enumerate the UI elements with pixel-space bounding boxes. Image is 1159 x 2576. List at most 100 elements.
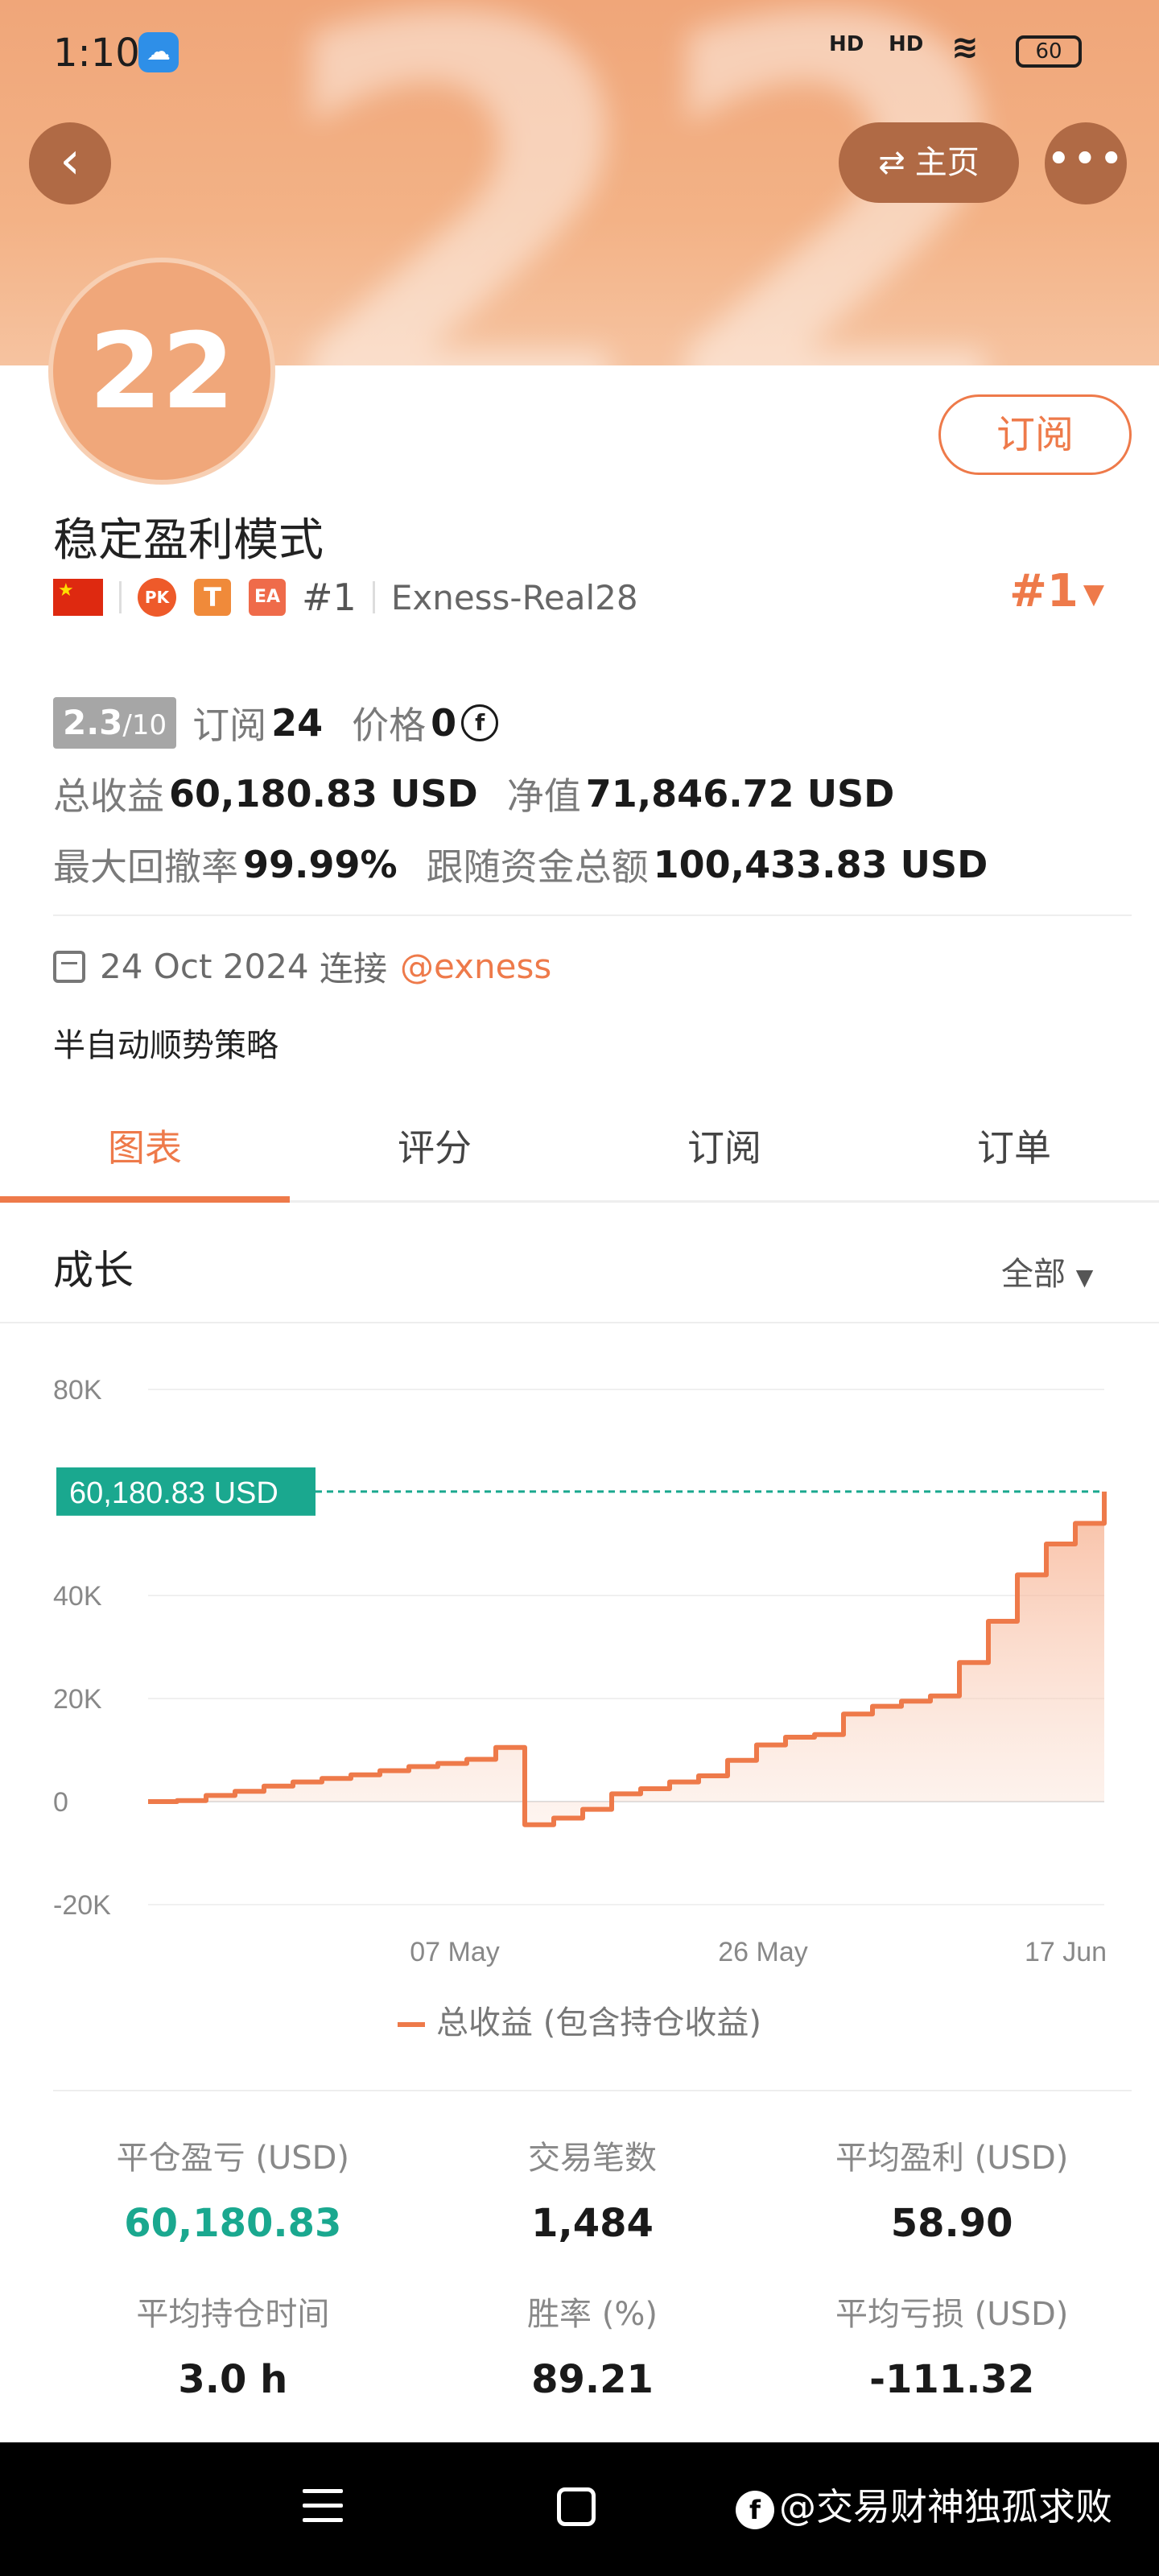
metric-label: 平仓盈亏 (USD) — [116, 2140, 350, 2177]
china-flag-icon: ★ — [53, 579, 103, 616]
status-time: 1:10 — [53, 31, 140, 76]
tab-rating[interactable]: 评分 — [290, 1108, 580, 1200]
home-button-label: 主页 — [914, 144, 980, 181]
growth-area — [148, 1491, 1104, 1825]
metrics-grid: 平仓盈亏 (USD) 60,180.83 交易笔数 1,484 平均盈利 (USD) 58… — [53, 2090, 1132, 2444]
broker-account: Exness-Real28 — [390, 577, 638, 617]
follow-funds-value: 100,433.83 USD — [653, 843, 988, 886]
connect-info: 24 Oct 2024 连接 @exness — [53, 942, 551, 991]
avatar: 22 — [53, 262, 270, 480]
metric-cell: 平仓盈亏 (USD) 60,180.83 — [53, 2132, 413, 2288]
divider — [119, 581, 122, 613]
system-nav-bar: f @交易财神独孤求败 — [0, 2442, 1159, 2576]
rank-dropdown-label: #1 — [1009, 565, 1079, 617]
legend-label: 总收益 (包含持仓收益) — [436, 2004, 761, 2041]
social-logo-icon: f — [736, 2490, 774, 2529]
divider — [53, 914, 1132, 916]
metric-label: 交易笔数 — [527, 2140, 657, 2177]
pk-badge[interactable]: PK — [138, 578, 176, 617]
t-badge[interactable]: T — [194, 579, 231, 616]
period-filter-label: 全部 — [1001, 1256, 1066, 1293]
growth-chart[interactable]: 80K 40K 20K 0 -20K 07 May 26 May 17 Jun 60,180… — [0, 1325, 1159, 2033]
swap-icon: ⇄ — [878, 144, 905, 181]
rank-label: #1 — [302, 576, 357, 619]
subscribe-count-label: 订阅 — [192, 704, 267, 747]
signal-hd-icon-2: HD — [889, 32, 924, 56]
y-tick-label: -20K — [53, 1890, 111, 1921]
watermark-text: @交易财神独孤求败 — [779, 2485, 1112, 2529]
home-square-icon[interactable] — [557, 2487, 596, 2526]
metric-label: 平均持仓时间 — [136, 2296, 330, 2333]
broker-handle-link[interactable]: @exness — [400, 947, 551, 986]
total-profit-label: 总收益 — [53, 774, 164, 818]
legend-swatch — [398, 2022, 426, 2027]
ea-badge[interactable]: EA — [249, 579, 286, 616]
section-title: 成长 — [53, 1247, 134, 1294]
badge-row: ★ PK T EA #1 Exness-Real28 — [53, 573, 638, 621]
battery-icon: 60 — [1016, 35, 1082, 68]
subscribe-count-value: 24 — [271, 701, 324, 745]
cloud-icon: ☁ — [138, 32, 179, 72]
total-profit-value: 60,180.83 USD — [169, 772, 478, 815]
caret-down-icon: ▼ — [1075, 1264, 1094, 1290]
metric-cell: 交易笔数 1,484 — [413, 2132, 773, 2288]
tab-chart[interactable]: 图表 — [0, 1108, 290, 1203]
home-button[interactable]: ⇄ 主页 — [839, 122, 1019, 203]
follow-funds-label: 跟随资金总额 — [426, 845, 649, 889]
equity-value: 71,846.72 USD — [585, 772, 895, 815]
metric-value: -111.32 — [869, 2357, 1035, 2402]
metric-label: 平均亏损 (USD) — [835, 2296, 1069, 2333]
max-drawdown-value: 99.99% — [243, 843, 398, 886]
more-dots-icon: ••• — [1046, 135, 1125, 184]
menu-icon[interactable] — [303, 2489, 343, 2533]
max-drawdown-label: 最大回撤率 — [53, 845, 238, 889]
y-tick-label: 80K — [53, 1375, 102, 1406]
rating-badge: 2.3/10 — [53, 697, 177, 749]
x-tick-label: 07 May — [410, 1937, 500, 1967]
metric-cell: 平均持仓时间 3.0 h — [53, 2288, 413, 2444]
status-bar: 1:10 ☁ HD HD ≋ 60 — [0, 0, 1159, 105]
metric-cell: 平均亏损 (USD) -111.32 — [772, 2288, 1132, 2444]
chevron-left-icon: ‹ — [60, 131, 80, 191]
caret-down-icon: ▼ — [1083, 577, 1105, 610]
price-label: 价格 — [352, 704, 427, 747]
chart-legend: 总收益 (包含持仓收益) — [0, 1996, 1159, 2043]
divider — [372, 581, 375, 613]
metric-label: 胜率 (%) — [527, 2296, 658, 2333]
metric-value: 3.0 h — [178, 2357, 288, 2402]
y-tick-label: 0 — [53, 1787, 68, 1818]
coin-icon: f — [461, 704, 499, 741]
metric-value: 58.90 — [890, 2201, 1013, 2246]
rating-of: /10 — [122, 709, 167, 741]
metric-value: 89.21 — [531, 2357, 654, 2402]
x-tick-label: 17 Jun — [1025, 1937, 1107, 1967]
equity-label: 净值 — [506, 774, 581, 818]
metric-value: 1,484 — [531, 2201, 654, 2246]
metric-value: 60,180.83 — [124, 2201, 342, 2246]
watermark: f @交易财神独孤求败 — [736, 2478, 1112, 2531]
subscribe-button[interactable]: 订阅 — [938, 394, 1132, 475]
metric-cell: 平均盈利 (USD) 58.90 — [772, 2132, 1132, 2288]
price-value: 0 — [431, 701, 457, 745]
stats-block: 2.3/10 订阅 24 价格 0 f 总收益 60,180.83 USD 净值… — [53, 687, 1107, 900]
y-tick-label: 20K — [53, 1684, 102, 1715]
current-value-label: 60,180.83 USD — [69, 1476, 278, 1510]
connect-text: 连接 — [320, 949, 388, 989]
strategy-title: 稳定盈利模式 — [53, 514, 324, 567]
metric-cell: 胜率 (%) 89.21 — [413, 2288, 773, 2444]
tab-subscription[interactable]: 订阅 — [580, 1108, 869, 1200]
back-button[interactable]: ‹ — [29, 122, 111, 204]
more-options-button[interactable]: ••• — [1045, 122, 1127, 204]
rating-value: 2.3 — [63, 703, 123, 742]
wifi-icon: ≋ — [951, 29, 979, 66]
period-filter-dropdown[interactable]: 全部 ▼ — [1001, 1248, 1093, 1294]
x-tick-label: 26 May — [718, 1937, 808, 1967]
connect-date: 24 Oct 2024 — [100, 947, 309, 986]
signal-hd-icon: HD — [829, 32, 864, 56]
strategy-description: 半自动顺势策略 — [53, 1027, 278, 1064]
calendar-icon — [53, 950, 85, 983]
y-tick-label: 40K — [53, 1581, 102, 1612]
tab-bar: 图表 评分 订阅 订单 — [0, 1108, 1159, 1203]
rank-dropdown[interactable]: #1 ▼ — [1009, 565, 1104, 617]
tab-orders[interactable]: 订单 — [869, 1108, 1159, 1200]
